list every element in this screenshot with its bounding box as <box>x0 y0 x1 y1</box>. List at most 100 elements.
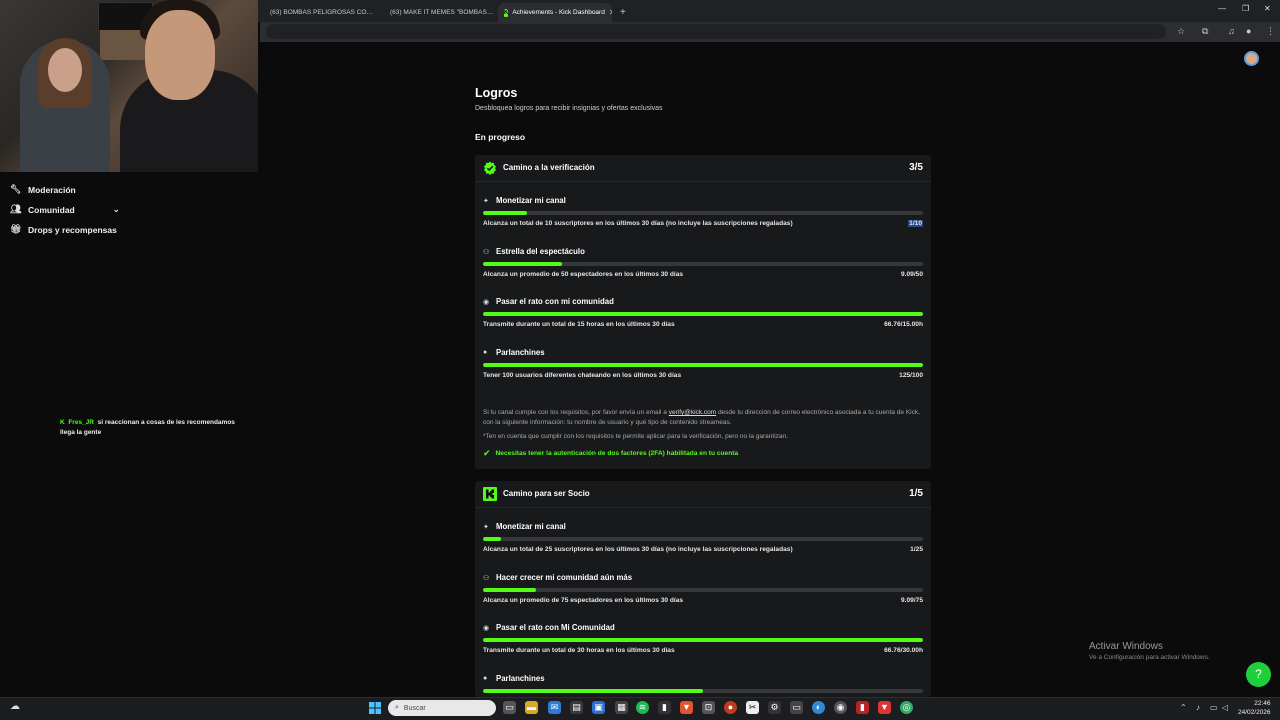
brave-icon[interactable]: ▼ <box>680 701 693 714</box>
requirement-item: ◉ Pasar el rato con Mi Comunidad Transmit… <box>483 623 923 669</box>
chat-username[interactable]: Fres_JR <box>68 419 94 426</box>
app-icon[interactable]: ⚙ <box>768 701 781 714</box>
mail-icon[interactable]: ✉ <box>548 701 561 714</box>
file-explorer-icon[interactable]: ▬ <box>525 701 538 714</box>
obs-icon[interactable]: ◉ <box>834 701 847 714</box>
app-icon[interactable]: ▮ <box>856 701 869 714</box>
progress-bar <box>483 312 923 316</box>
app-icon[interactable]: ▣ <box>592 701 605 714</box>
help-chat-button[interactable]: ? <box>1246 662 1271 687</box>
taskbar-clock[interactable]: 22:46 24/02/2026 <box>1238 699 1271 717</box>
browser-tab-2[interactable]: (63) MAKE IT MEMES "BOMBAS… ✕ <box>380 3 496 22</box>
section-title: En progreso <box>475 132 526 142</box>
tab-label: (63) MAKE IT MEMES "BOMBAS… <box>390 9 494 16</box>
chevron-down-icon: ⌄ <box>112 204 120 214</box>
progress-bar <box>483 588 923 592</box>
clock-date: 24/02/2026 <box>1238 709 1271 716</box>
requirement-item: ✦ Monetizar mi canal Alcanza un total de … <box>483 522 923 568</box>
minimize-icon[interactable]: — <box>1218 4 1226 13</box>
requirement-value: 1/25 <box>910 546 923 553</box>
verification-disclaimer: *Ten en cuenta que cumplir con los requi… <box>483 433 788 440</box>
card-header[interactable]: Camino a la verificación 3/5 <box>475 155 931 182</box>
menu-icon[interactable]: ⋮ <box>1266 26 1275 37</box>
maximize-icon[interactable]: ❐ <box>1242 4 1249 13</box>
kick-icon: K <box>60 419 65 426</box>
progress-bar <box>483 537 923 541</box>
sidebar-item-comunidad[interactable]: 👥︎ Comunidad ⌄ <box>10 204 120 215</box>
app-icon[interactable]: ⊡ <box>702 701 715 714</box>
requirement-title: Pasar el rato con Mi Comunidad <box>496 623 615 632</box>
chat-bubble-icon: ● <box>483 675 488 682</box>
network-icon[interactable]: ▭ <box>1210 703 1218 712</box>
extensions-icon[interactable]: ⧉ <box>1202 26 1208 37</box>
kick-logo-icon <box>483 487 497 501</box>
volume-icon[interactable]: ◁ <box>1222 703 1228 712</box>
taskbar-search[interactable]: ⌕ Buscar <box>388 700 496 716</box>
requirement-item: ⚇ Hacer crecer mi comunidad aún más Alcan… <box>483 573 923 619</box>
chrome-icon[interactable]: ◎ <box>900 701 913 714</box>
requirement-title: Hacer crecer mi comunidad aún más <box>496 573 633 582</box>
twofa-requirement: ✔ Necesitas tener la autenticación de do… <box>483 448 738 459</box>
sidebar-item-label: Drops y recompensas <box>28 224 117 235</box>
weather-icon[interactable]: ☁ <box>10 701 20 712</box>
search-placeholder: Buscar <box>403 704 426 712</box>
task-view-icon[interactable]: ▭ <box>503 701 516 714</box>
browser-tab-1[interactable]: (63) BOMBAS PELIGROSAS CO… ✕ <box>260 3 378 22</box>
requirement-description: Alcanza un total de 25 suscriptores en l… <box>483 546 793 553</box>
requirement-value: 9.09/50 <box>901 271 923 278</box>
store-icon[interactable]: ▤ <box>570 701 583 714</box>
requirement-description: Alcanza un total de 10 suscriptores en l… <box>483 220 793 227</box>
capcut-icon[interactable]: ✂ <box>746 701 759 714</box>
requirement-title: Monetizar mi canal <box>496 522 566 531</box>
activate-windows-subtitle: Ve a Configuración para activar Windows. <box>1089 654 1210 661</box>
new-tab-button[interactable]: + <box>614 3 630 22</box>
requirement-value: 9.09/75 <box>901 597 923 604</box>
sidebar-item-moderacion[interactable]: 🔧︎ Moderación <box>10 184 76 195</box>
browser-tab-active[interactable]: K Achievements - Kick Dashboard ✕ <box>498 3 612 22</box>
activate-windows-title: Activar Windows <box>1089 641 1163 652</box>
sparkle-icon: ✦ <box>483 197 489 205</box>
app-icon[interactable]: ▭ <box>790 701 803 714</box>
avatar[interactable] <box>1244 51 1259 66</box>
requirement-title: Monetizar mi canal <box>496 196 566 205</box>
sidebar-item-drops[interactable]: 🎁︎ Drops y recompensas <box>10 224 117 235</box>
close-tab-icon[interactable]: ✕ <box>377 8 378 17</box>
requirement-title: Pasar el rato con mi comunidad <box>496 297 614 306</box>
achievement-card-partner: Camino para ser Socio 1/5 ✦ Monetizar mi … <box>475 481 931 697</box>
requirement-description: Transmite durante un total de 30 horas e… <box>483 647 675 654</box>
sidebar-item-label: Comunidad <box>28 204 75 215</box>
terminal-icon[interactable]: ▮ <box>658 701 671 714</box>
progress-bar <box>483 689 923 693</box>
address-bar[interactable] <box>266 24 1166 39</box>
card-title: Camino para ser Socio <box>503 489 590 498</box>
broadcast-icon: ◉ <box>483 624 490 632</box>
chat-message: K Fres_JR si reaccionan a cosas de les r… <box>60 418 250 438</box>
windows-start-icon[interactable] <box>369 702 381 714</box>
requirement-title: Parlanchines <box>496 674 545 683</box>
app-icon[interactable]: ● <box>724 701 737 714</box>
chevron-up-icon[interactable]: ⌃ <box>1180 703 1187 712</box>
sparkle-icon: ✦ <box>483 523 489 531</box>
microphone-icon[interactable]: ♪ <box>1196 703 1200 712</box>
page-title: Logros <box>475 86 518 100</box>
achievement-card-verification: Camino a la verificación 3/5 ✦ Monetizar … <box>475 155 931 469</box>
requirement-value: 125/100 <box>899 372 923 379</box>
requirement-value: 1/10 <box>908 220 923 227</box>
progress-bar <box>483 638 923 642</box>
profile-icon[interactable]: ● <box>1246 26 1251 36</box>
star-icon[interactable]: ☆ <box>1177 26 1185 37</box>
calculator-icon[interactable]: ▦ <box>615 701 628 714</box>
card-title: Camino a la verificación <box>503 163 595 172</box>
broadcast-icon: ◉ <box>483 298 490 306</box>
media-icon[interactable]: ♫ <box>1228 26 1235 36</box>
email-link[interactable]: verify@kick.com <box>669 409 716 416</box>
chat-bubble-icon: ● <box>483 349 488 356</box>
requirement-description: Alcanza un promedio de 50 espectadores e… <box>483 271 684 278</box>
close-tab-icon[interactable]: ✕ <box>609 8 612 17</box>
close-window-icon[interactable]: ✕ <box>1264 4 1271 13</box>
spotify-icon[interactable]: ≋ <box>636 701 649 714</box>
app-icon[interactable]: ▼ <box>878 701 891 714</box>
app-icon[interactable]: ◐ <box>812 701 825 714</box>
verified-badge-icon <box>484 161 496 175</box>
card-header[interactable]: Camino para ser Socio 1/5 <box>475 481 931 508</box>
